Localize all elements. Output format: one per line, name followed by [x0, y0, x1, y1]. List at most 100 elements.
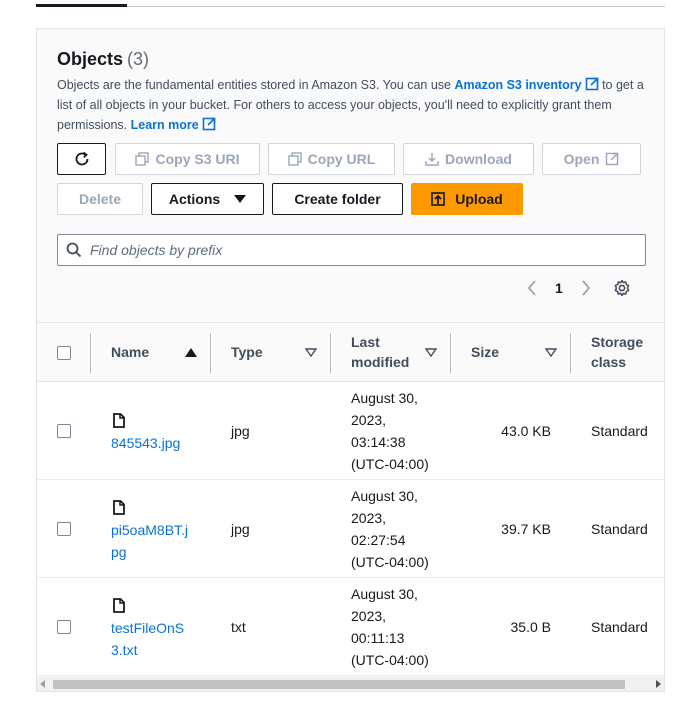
learn-more-label: Learn more	[130, 118, 199, 132]
actions-label: Actions	[168, 191, 221, 207]
object-type: jpg	[231, 423, 250, 439]
modified-time: 02:27:54	[351, 532, 406, 548]
download-button[interactable]: Download	[403, 143, 534, 175]
row-checkbox[interactable]	[57, 522, 71, 536]
refresh-button[interactable]	[57, 143, 106, 175]
table-header: Name Type Last modified Size Storage cla…	[37, 322, 664, 382]
object-storage-class: Standard	[591, 423, 648, 439]
column-divider	[210, 333, 211, 373]
select-all-checkbox[interactable]	[57, 346, 71, 360]
download-label: Download	[445, 151, 512, 167]
objects-table: Name Type Last modified Size Storage cla…	[37, 322, 664, 676]
objects-heading: Objects (3)	[57, 49, 149, 70]
sort-ascending-icon[interactable]	[185, 348, 197, 357]
sort-icon[interactable]	[305, 348, 317, 357]
objects-panel: Objects (3) Objects are the fundamental e…	[36, 28, 665, 692]
copy-icon	[287, 152, 302, 166]
horizontal-scrollbar[interactable]	[37, 677, 664, 691]
caret-down-icon	[234, 195, 247, 203]
delete-label: Delete	[78, 191, 122, 207]
inventory-link[interactable]: Amazon S3 inventory	[454, 77, 598, 92]
column-header-last-modified[interactable]: Last modified	[351, 323, 421, 381]
scrollbar-thumb[interactable]	[53, 680, 625, 689]
open-label: Open	[563, 151, 600, 167]
copy-url-label: Copy URL	[307, 151, 376, 167]
modified-date: August 30,	[351, 488, 418, 504]
table-row[interactable]: pi5oaM8BT.jpg jpg August 30, 2023, 02:27…	[37, 480, 664, 578]
row-checkbox[interactable]	[57, 620, 71, 634]
objects-title: Objects	[57, 49, 124, 69]
delete-button[interactable]: Delete	[57, 183, 143, 215]
copy-s3-uri-button[interactable]: Copy S3 URI	[115, 143, 260, 175]
object-name-link[interactable]: pi5oaM8BT.jpg	[111, 522, 188, 560]
file-icon	[113, 500, 125, 515]
learn-more-link[interactable]: Learn more	[130, 117, 216, 132]
chevron-left-icon[interactable]	[527, 280, 537, 296]
column-divider	[330, 333, 331, 373]
copy-url-button[interactable]: Copy URL	[268, 143, 395, 175]
object-last-modified: August 30, 2023, 02:27:54 (UTC-04:00)	[351, 485, 441, 573]
object-size: 39.7 KB	[501, 521, 551, 537]
gear-icon[interactable]	[613, 279, 631, 297]
current-page[interactable]: 1	[555, 280, 563, 296]
column-header-storage-class-label: Storage class	[591, 334, 644, 370]
table-row[interactable]: testFileOnS3.txt txt August 30, 2023, 00…	[37, 578, 664, 676]
active-tab-indicator	[36, 4, 127, 7]
actions-dropdown[interactable]: Actions	[151, 183, 264, 215]
object-last-modified: August 30, 2023, 03:14:38 (UTC-04:00)	[351, 387, 441, 475]
row-checkbox[interactable]	[57, 424, 71, 438]
external-link-icon	[585, 77, 598, 91]
inventory-link-label: Amazon S3 inventory	[454, 78, 582, 92]
object-name-link[interactable]: 845543.jpg	[111, 435, 180, 451]
search-icon	[66, 242, 82, 258]
upload-label: Upload	[455, 191, 503, 207]
object-type: jpg	[231, 521, 250, 537]
upload-button[interactable]: Upload	[411, 183, 523, 215]
external-link-icon	[202, 117, 216, 131]
upload-icon	[431, 192, 446, 206]
column-header-last-modified-label: Last modified	[351, 334, 410, 370]
table-row[interactable]: 845543.jpg jpg August 30, 2023, 03:14:38…	[37, 382, 664, 480]
column-divider	[90, 333, 91, 373]
column-header-size-label: Size	[471, 344, 500, 360]
column-divider	[570, 333, 571, 373]
file-icon	[113, 413, 125, 428]
refresh-icon	[75, 151, 88, 166]
sort-icon[interactable]	[545, 348, 557, 357]
copy-s3-uri-label: Copy S3 URI	[155, 151, 240, 167]
object-name-link[interactable]: testFileOnS3.txt	[111, 620, 184, 658]
modified-timezone: (UTC-04:00)	[351, 652, 429, 668]
modified-year: 2023,	[351, 510, 387, 526]
modified-time: 03:14:38	[351, 434, 406, 450]
create-folder-button[interactable]: Create folder	[272, 183, 403, 215]
column-header-storage-class[interactable]: Storage class	[591, 323, 661, 381]
modified-date: August 30,	[351, 390, 418, 406]
modified-timezone: (UTC-04:00)	[351, 456, 429, 472]
modified-date: August 30,	[351, 586, 418, 602]
object-size: 43.0 KB	[501, 423, 551, 439]
column-header-type-label: Type	[231, 344, 263, 360]
search-box	[57, 234, 646, 266]
modified-year: 2023,	[351, 608, 387, 624]
objects-description: Objects are the fundamental entities sto…	[57, 75, 647, 135]
object-storage-class: Standard	[591, 619, 648, 635]
open-button[interactable]: Open	[542, 143, 641, 175]
object-last-modified: August 30, 2023, 00:11:13 (UTC-04:00)	[351, 583, 441, 671]
external-link-icon	[606, 152, 619, 166]
scroll-left-icon[interactable]	[40, 680, 46, 688]
column-header-type[interactable]: Type	[231, 323, 311, 381]
object-type: txt	[231, 619, 246, 635]
modified-timezone: (UTC-04:00)	[351, 554, 429, 570]
column-header-name-label: Name	[111, 344, 150, 360]
object-size: 35.0 B	[510, 619, 551, 635]
object-storage-class: Standard	[591, 521, 648, 537]
download-icon	[425, 153, 439, 166]
column-header-size[interactable]: Size	[471, 323, 531, 381]
description-text-1: Objects are the fundamental entities sto…	[57, 78, 455, 92]
pagination: 1	[527, 279, 631, 297]
scroll-right-icon[interactable]	[655, 680, 661, 688]
chevron-right-icon[interactable]	[581, 280, 591, 296]
modified-year: 2023,	[351, 412, 387, 428]
search-input[interactable]	[90, 242, 630, 258]
sort-icon[interactable]	[425, 348, 437, 357]
